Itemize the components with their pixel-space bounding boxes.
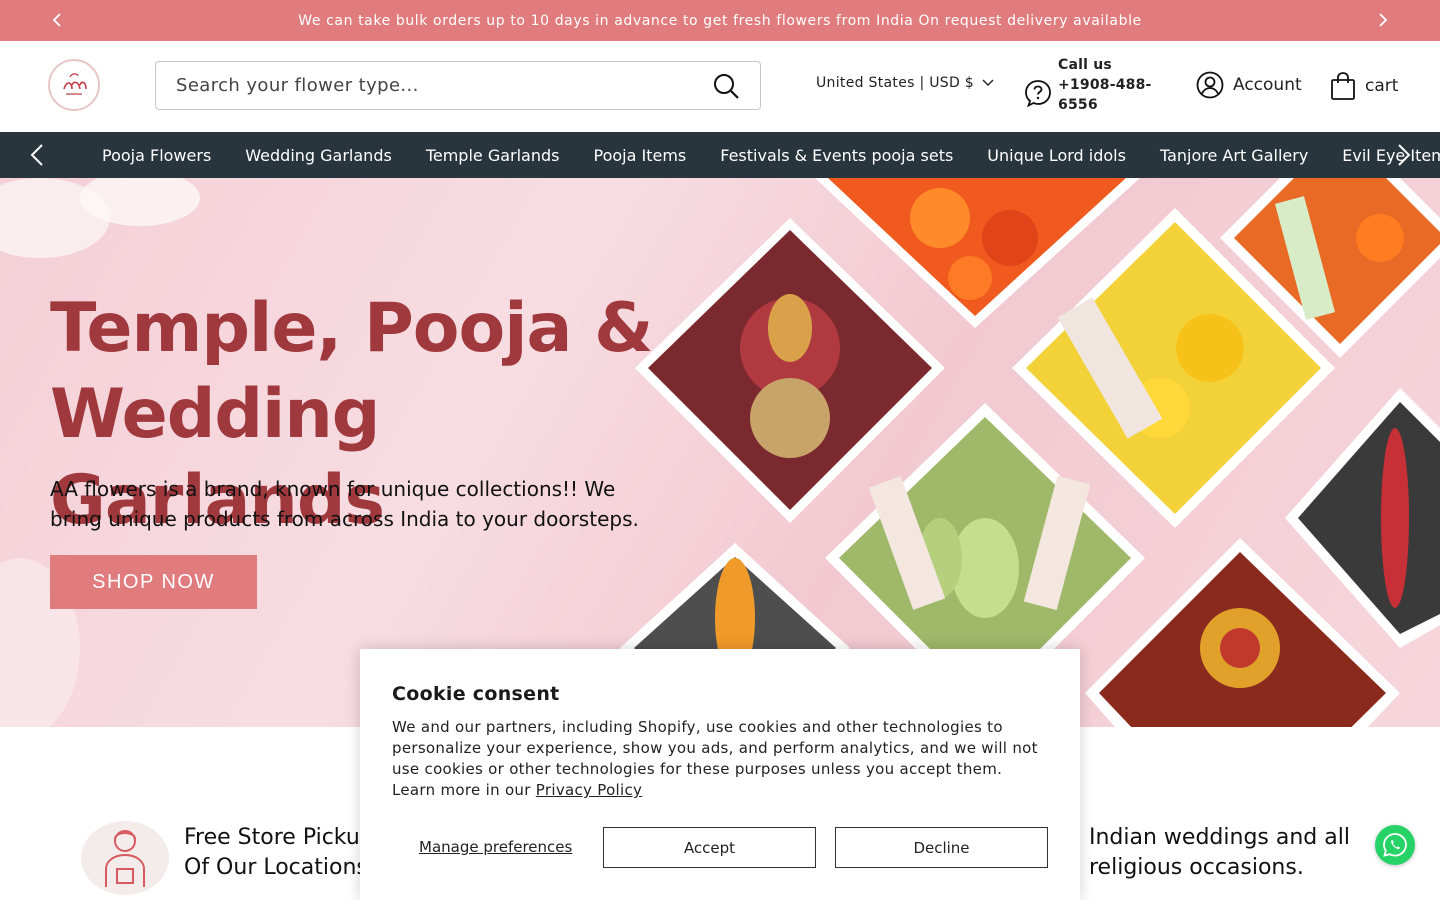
hero-banner: Temple, Pooja & Wedding Garlands AA flow… xyxy=(0,178,1440,727)
shop-now-button[interactable]: SHOP NOW xyxy=(50,555,257,609)
store-logo[interactable] xyxy=(48,59,100,111)
accept-cookies-button[interactable]: Accept xyxy=(603,827,816,868)
account-link[interactable]: Account xyxy=(1196,71,1302,99)
nav-item-unique-lord-idols[interactable]: Unique Lord idols xyxy=(970,146,1143,165)
search-icon[interactable] xyxy=(712,72,740,100)
privacy-policy-link[interactable]: Privacy Policy xyxy=(536,781,642,799)
nav-prev-arrow-icon[interactable] xyxy=(26,143,50,167)
logo-mark-icon xyxy=(54,65,94,105)
main-navigation: Pooja Flowers Wedding Garlands Temple Ga… xyxy=(0,132,1440,178)
shopping-bag-icon xyxy=(1331,72,1355,100)
announcement-message: We can take bulk orders up to 10 days in… xyxy=(298,12,1142,29)
cookie-consent-dialog: Cookie consent We and our partners, incl… xyxy=(360,649,1080,900)
account-label: Account xyxy=(1233,75,1302,95)
decline-cookies-button[interactable]: Decline xyxy=(835,827,1048,868)
delivery-person-icon xyxy=(81,821,169,895)
currency-label: United States | USD $ xyxy=(816,75,974,91)
announcement-prev-arrow-icon[interactable] xyxy=(47,10,67,30)
site-header: United States | USD $ Call us +1908-488-… xyxy=(0,41,1440,132)
announcement-bar: We can take bulk orders up to 10 days in… xyxy=(0,0,1440,41)
announcement-next-arrow-icon[interactable] xyxy=(1373,10,1393,30)
nav-item-evil-eye[interactable]: Evil Eye Items xyxy=(1325,146,1440,165)
call-us-label: Call us xyxy=(1058,57,1112,73)
cookie-actions: Manage preferences Accept Decline xyxy=(392,827,1048,868)
cart-link[interactable]: cart xyxy=(1330,71,1398,101)
cookie-title: Cookie consent xyxy=(392,683,560,705)
account-user-icon xyxy=(1196,71,1224,99)
phone-number[interactable]: +1908-488-6556 xyxy=(1058,75,1168,115)
call-us-block: Call us +1908-488-6556 xyxy=(1058,55,1168,115)
cookie-body: We and our partners, including Shopify, … xyxy=(392,717,1048,801)
currency-selector[interactable]: United States | USD $ xyxy=(816,75,994,91)
feature-occasions-text: Indian weddings and all religious occasi… xyxy=(1089,825,1350,880)
manage-preferences-link[interactable]: Manage preferences xyxy=(419,838,572,856)
nav-item-festivals-events[interactable]: Festivals & Events pooja sets xyxy=(703,146,970,165)
chevron-down-icon xyxy=(982,79,994,86)
nav-item-wedding-garlands[interactable]: Wedding Garlands xyxy=(228,146,409,165)
cart-label: cart xyxy=(1365,76,1399,96)
hero-subtitle: AA flowers is a brand, known for unique … xyxy=(50,477,639,531)
whatsapp-icon xyxy=(1383,833,1407,857)
nav-item-temple-garlands[interactable]: Temple Garlands xyxy=(409,146,577,165)
nav-next-arrow-icon[interactable] xyxy=(1391,143,1415,167)
search-input[interactable] xyxy=(176,75,712,96)
nav-item-pooja-items[interactable]: Pooja Items xyxy=(577,146,704,165)
nav-item-pooja-flowers[interactable]: Pooja Flowers xyxy=(85,146,228,165)
nav-item-tanjore-art[interactable]: Tanjore Art Gallery xyxy=(1143,146,1325,165)
search-bar xyxy=(155,61,761,110)
cookie-body-text: We and our partners, including Shopify, … xyxy=(392,718,1038,799)
feature-store-pickup-text: Free Store Pickup Of Our Locations xyxy=(184,825,374,880)
whatsapp-chat-button[interactable] xyxy=(1375,825,1415,865)
help-question-icon xyxy=(1024,79,1052,108)
nav-menu: Pooja Flowers Wedding Garlands Temple Ga… xyxy=(85,132,1440,178)
